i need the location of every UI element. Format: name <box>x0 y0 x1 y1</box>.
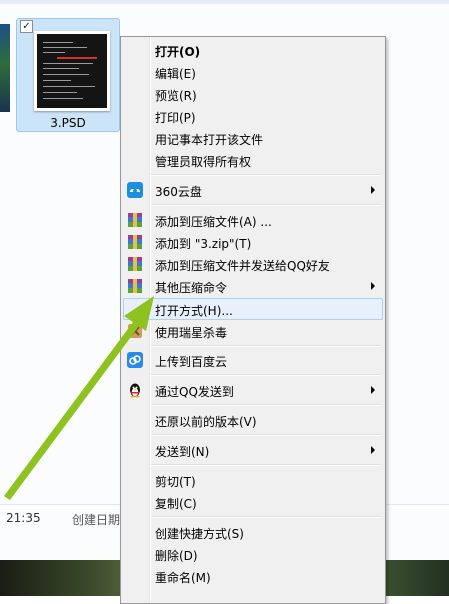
annotation-arrow <box>4 296 154 500</box>
annotation-arrow-head <box>124 296 154 331</box>
annotation-arrow-shaft <box>4 314 145 500</box>
